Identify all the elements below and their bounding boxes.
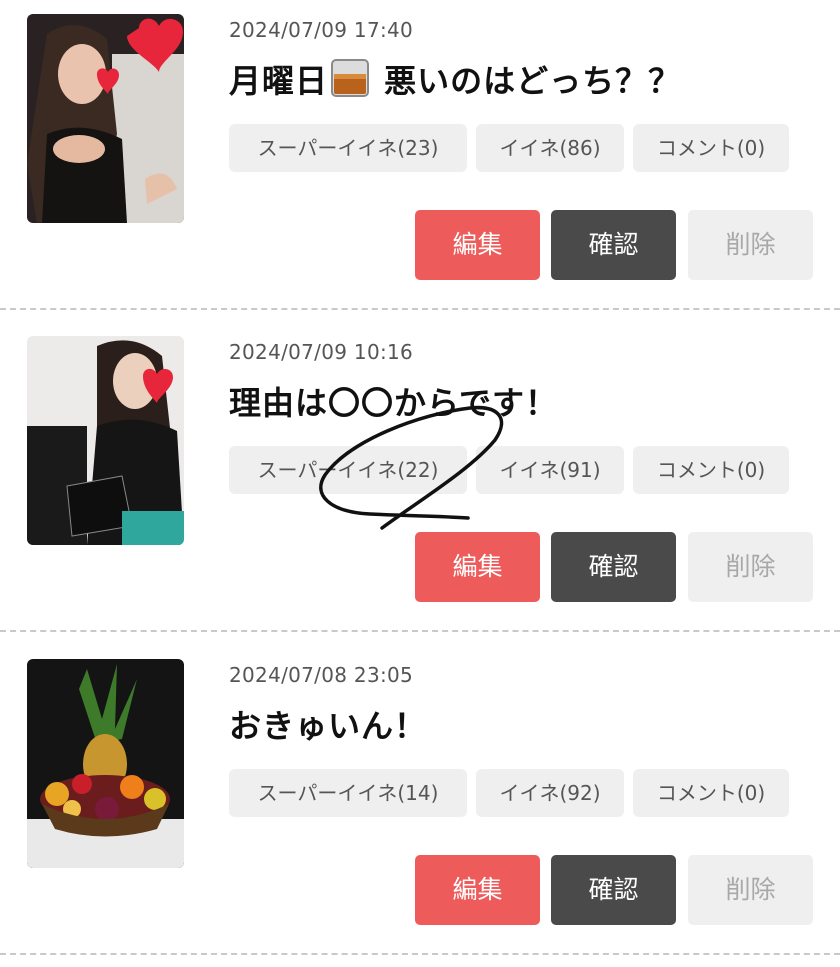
super-like-tag[interactable]: スーパーイイネ(23) <box>229 124 467 172</box>
edit-button[interactable]: 編集 <box>415 855 540 925</box>
like-tag[interactable]: イイネ(86) <box>476 124 624 172</box>
delete-button[interactable]: 削除 <box>688 532 813 602</box>
post-item: 2024/07/09 17:40 月曜日 悪いのはどっち？？ スーパーイイネ(2… <box>0 0 840 322</box>
like-tag[interactable]: イイネ(91) <box>476 446 624 494</box>
confirm-button[interactable]: 確認 <box>551 210 676 280</box>
post-thumbnail[interactable] <box>27 336 184 545</box>
post-title-text-rest: 悪いのはどっち？？ <box>372 62 682 100</box>
post-title[interactable]: 月曜日 悪いのはどっち？？ <box>229 56 681 102</box>
confirm-button[interactable]: 確認 <box>551 855 676 925</box>
post-item: 2024/07/08 23:05 おきゅいん！ スーパーイイネ(14) イイネ(… <box>0 645 840 967</box>
post-date: 2024/07/09 17:40 <box>229 18 414 42</box>
post-item: 2024/07/09 10:16 理由は〇〇からです！ スーパーイイネ(22) … <box>0 322 840 644</box>
super-like-tag[interactable]: スーパーイイネ(14) <box>229 769 467 817</box>
post-title-text: 月曜日 <box>229 62 329 100</box>
post-date: 2024/07/08 23:05 <box>229 663 414 687</box>
edit-button[interactable]: 編集 <box>415 210 540 280</box>
delete-button[interactable]: 削除 <box>688 210 813 280</box>
comment-tag[interactable]: コメント(0) <box>633 124 789 172</box>
post-date: 2024/07/09 10:16 <box>229 340 414 364</box>
comment-tag[interactable]: コメント(0) <box>633 446 789 494</box>
post-title[interactable]: 理由は〇〇からです！ <box>229 378 558 424</box>
post-thumbnail[interactable] <box>27 14 184 223</box>
edit-button[interactable]: 編集 <box>415 532 540 602</box>
post-title[interactable]: おきゅいん！ <box>229 701 427 747</box>
comment-tag[interactable]: コメント(0) <box>633 769 789 817</box>
like-tag[interactable]: イイネ(92) <box>476 769 624 817</box>
super-like-tag[interactable]: スーパーイイネ(22) <box>229 446 467 494</box>
post-thumbnail[interactable] <box>27 659 184 868</box>
post-divider <box>0 308 840 310</box>
whiskey-glass-icon <box>328 58 372 98</box>
post-divider <box>0 953 840 955</box>
post-divider <box>0 630 840 632</box>
delete-button[interactable]: 削除 <box>688 855 813 925</box>
confirm-button[interactable]: 確認 <box>551 532 676 602</box>
